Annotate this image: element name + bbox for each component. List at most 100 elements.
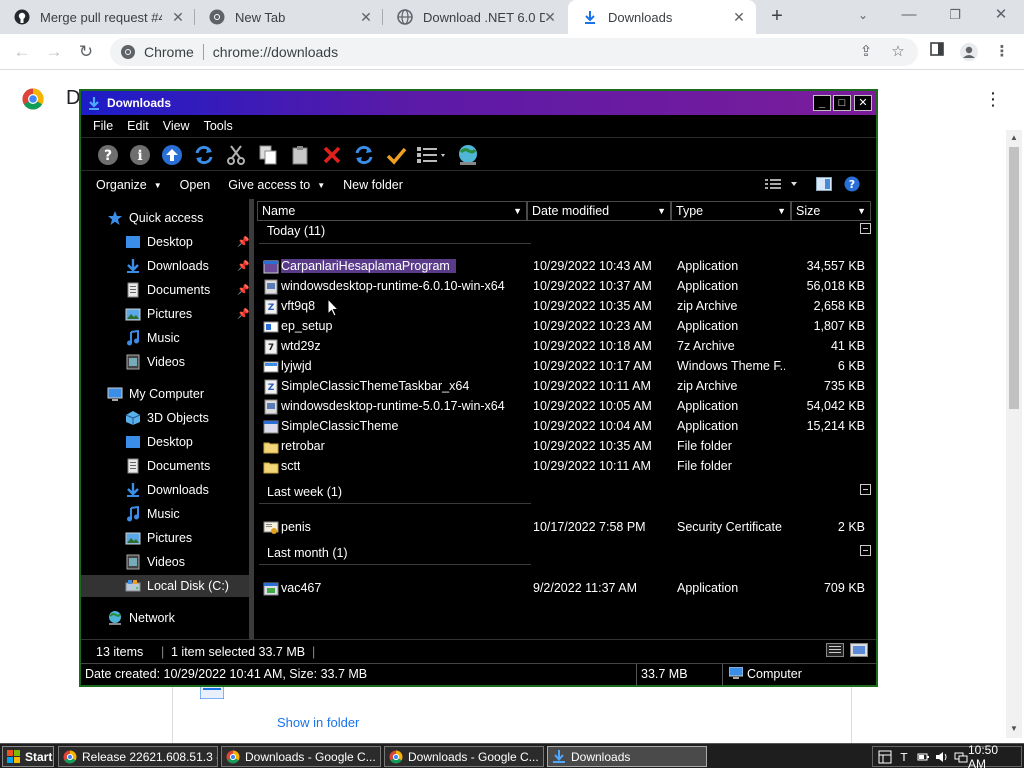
menu-file[interactable]: File <box>93 119 113 133</box>
paste-icon[interactable] <box>287 142 313 168</box>
copy-icon[interactable] <box>255 142 281 168</box>
nav-local-disk-c[interactable]: Local Disk (C:) <box>81 575 249 597</box>
minimize-window-button[interactable]: — <box>886 0 932 32</box>
back-arrow-icon[interactable]: ← <box>10 40 34 64</box>
view-options-icon[interactable] <box>415 142 449 168</box>
info-icon[interactable]: i <box>127 142 153 168</box>
power-icon[interactable] <box>916 750 930 764</box>
group-header-today[interactable]: Today (11) <box>267 224 325 238</box>
cut-icon[interactable] <box>223 142 249 168</box>
network-status-icon[interactable] <box>954 750 968 764</box>
file-row[interactable]: windowsdesktop-runtime-6.0.10-win-x64 10… <box>255 277 876 297</box>
column-dropdown-icon[interactable]: ▼ <box>857 202 866 220</box>
side-panel-icon[interactable] <box>927 42 947 62</box>
details-view-icon[interactable] <box>826 643 844 660</box>
file-row[interactable]: Z vft9q8 10/29/2022 10:35 AM zip Archive… <box>255 297 876 317</box>
chrome-menu-icon[interactable]: ⋮ <box>992 42 1012 62</box>
bookmark-star-icon[interactable]: ☆ <box>888 42 908 62</box>
close-tab-icon[interactable]: ✕ <box>171 10 185 24</box>
keyboard-layout-icon[interactable]: T <box>897 750 911 764</box>
page-scrollbar-thumb[interactable] <box>1009 147 1019 409</box>
file-row[interactable]: sctt 10/29/2022 10:11 AM File folder <box>255 457 876 477</box>
nav-videos[interactable]: Videos <box>125 551 185 573</box>
tab-downloads[interactable]: Downloads ✕ <box>568 0 756 34</box>
close-tab-icon[interactable]: ✕ <box>543 10 557 24</box>
volume-icon[interactable] <box>935 750 949 764</box>
share-icon[interactable]: ⇪ <box>856 42 876 62</box>
taskbar-item-release[interactable]: Release 22621.608.51.3 -... <box>58 746 218 767</box>
nav-music[interactable]: Music <box>125 503 180 525</box>
column-dropdown-icon[interactable]: ▼ <box>777 202 786 220</box>
tab-search-chevron-icon[interactable]: ⌄ <box>840 0 886 32</box>
file-row[interactable]: lyjwjd 10/29/2022 10:17 AM Windows Theme… <box>255 357 876 377</box>
restore-window-button[interactable]: ❐ <box>932 0 978 32</box>
column-dropdown-icon[interactable]: ▼ <box>657 202 666 220</box>
profile-avatar-icon[interactable] <box>959 42 979 62</box>
nav-music-quick[interactable]: Music <box>125 327 180 349</box>
checkmark-icon[interactable] <box>383 142 409 168</box>
tab-merge-pull-request[interactable]: Merge pull request #45 ✕ <box>0 0 195 34</box>
column-header-size[interactable]: Size ▼ <box>791 201 871 221</box>
file-row[interactable]: vac467 9/2/2022 11:37 AM Application 709… <box>255 579 876 599</box>
close-tab-icon[interactable]: ✕ <box>732 10 746 24</box>
help-icon[interactable]: ? <box>95 142 121 168</box>
taskbar-item-downloads-chrome-1[interactable]: Downloads - Google C... <box>221 746 381 767</box>
explorer-titlebar[interactable]: Downloads <box>81 91 876 115</box>
nav-quick-access[interactable]: Quick access <box>107 207 203 229</box>
scroll-down-arrow-icon[interactable]: ▼ <box>1008 724 1020 734</box>
taskbar-item-downloads-chrome-2[interactable]: Downloads - Google C... <box>384 746 544 767</box>
nav-3d-objects[interactable]: 3D Objects <box>125 407 209 429</box>
collapse-group-icon[interactable] <box>860 545 871 556</box>
new-tab-button[interactable]: + <box>767 6 787 27</box>
column-dropdown-icon[interactable]: ▼ <box>513 202 522 220</box>
up-arrow-icon[interactable] <box>159 142 185 168</box>
nav-pictures[interactable]: Pictures <box>125 527 192 549</box>
file-row[interactable]: CarpanlariHesaplamaProgram 10/29/2022 10… <box>255 257 876 277</box>
file-row[interactable]: windowsdesktop-runtime-5.0.17-win-x64 10… <box>255 397 876 417</box>
nav-my-computer[interactable]: My Computer <box>107 383 204 405</box>
menu-view[interactable]: View <box>163 119 190 133</box>
file-row[interactable]: retrobar 10/29/2022 10:35 AM File folder <box>255 437 876 457</box>
nav-videos-quick[interactable]: Videos <box>125 351 185 373</box>
pin-icon[interactable]: 📌 <box>237 285 249 296</box>
page-menu-icon[interactable]: ⋮ <box>984 89 1002 110</box>
explorer-minimize-button[interactable]: _ <box>813 95 831 111</box>
nav-documents-quick[interactable]: Documents 📌 <box>125 279 249 301</box>
menu-tools[interactable]: Tools <box>204 119 233 133</box>
nav-network[interactable]: Network <box>107 607 175 629</box>
nav-downloads-quick[interactable]: Downloads 📌 <box>125 255 249 277</box>
collapse-group-icon[interactable] <box>860 484 871 495</box>
pin-icon[interactable]: 📌 <box>237 309 249 320</box>
taskbar-clock[interactable]: 10:50 AM <box>968 743 1013 768</box>
show-in-folder-link[interactable]: Show in folder <box>277 715 359 730</box>
forward-arrow-icon[interactable]: → <box>42 40 66 64</box>
preview-pane-icon[interactable] <box>816 177 832 194</box>
pin-icon[interactable]: 📌 <box>237 261 249 272</box>
open-button[interactable]: Open <box>180 178 211 192</box>
reload-icon[interactable]: ↻ <box>74 40 98 64</box>
nav-downloads[interactable]: Downloads <box>125 479 209 501</box>
nav-pane-scrollbar[interactable] <box>249 199 254 639</box>
explorer-close-button[interactable]: ✕ <box>854 95 872 111</box>
column-header-type[interactable]: Type ▼ <box>671 201 791 221</box>
column-header-name[interactable]: Name ▼ <box>257 201 527 221</box>
group-header-last-month[interactable]: Last month (1) <box>267 546 348 560</box>
column-header-date[interactable]: Date modified ▼ <box>527 201 671 221</box>
menu-edit[interactable]: Edit <box>127 119 149 133</box>
change-view-icon[interactable] <box>765 177 799 194</box>
close-window-button[interactable]: ✕ <box>978 0 1024 32</box>
pin-icon[interactable]: 📌 <box>237 237 249 248</box>
collapse-group-icon[interactable] <box>860 223 871 234</box>
start-button[interactable]: Start <box>2 746 54 767</box>
sync-icon[interactable] <box>191 142 217 168</box>
scroll-up-arrow-icon[interactable]: ▲ <box>1008 133 1020 143</box>
new-folder-button[interactable]: New folder <box>343 178 403 192</box>
close-tab-icon[interactable]: ✕ <box>359 10 373 24</box>
delete-icon[interactable] <box>319 142 345 168</box>
file-row[interactable]: 7 wtd29z 10/29/2022 10:18 AM 7z Archive … <box>255 337 876 357</box>
address-bar[interactable]: Chrome chrome://downloads <box>110 38 918 66</box>
organize-button[interactable]: Organize ▼ <box>96 178 162 192</box>
refresh-icon[interactable] <box>351 142 377 168</box>
file-row[interactable]: ep_setup 10/29/2022 10:23 AM Application… <box>255 317 876 337</box>
nav-pictures-quick[interactable]: Pictures 📌 <box>125 303 249 325</box>
